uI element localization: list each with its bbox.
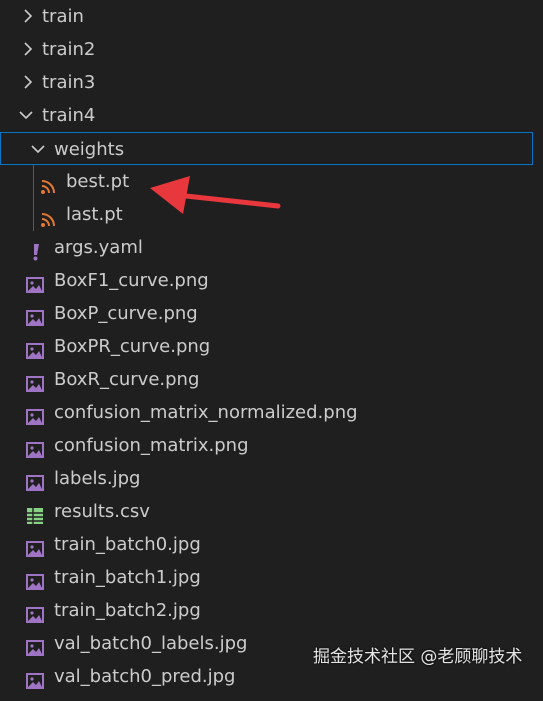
file-image[interactable]: labels.jpg	[0, 462, 543, 495]
chevron-right-icon	[20, 66, 36, 99]
indent-guide	[33, 198, 34, 231]
image-file-icon	[26, 272, 44, 293]
image-file-icon	[26, 437, 44, 458]
folder-train3[interactable]: train3	[0, 66, 543, 99]
chevron-down-icon	[30, 133, 46, 166]
folder-label: train3	[42, 72, 96, 93]
image-file-icon	[26, 404, 44, 425]
folder-label: weights	[54, 139, 125, 160]
file-label: BoxPR_curve.png	[54, 336, 211, 357]
file-label: confusion_matrix.png	[54, 435, 249, 456]
file-label: train_batch1.jpg	[54, 567, 201, 588]
chevron-right-icon	[20, 33, 36, 66]
file-args-yaml[interactable]: args.yaml	[0, 231, 543, 264]
file-label: results.csv	[54, 501, 150, 522]
file-image[interactable]: confusion_matrix.png	[0, 429, 543, 462]
file-explorer-tree: train train2 train3 train4 weights best.…	[0, 0, 543, 693]
file-label: BoxP_curve.png	[54, 303, 198, 324]
image-file-icon	[26, 668, 44, 689]
rss-icon	[40, 173, 58, 194]
image-file-icon	[26, 371, 44, 392]
file-label: labels.jpg	[54, 468, 141, 489]
folder-train[interactable]: train	[0, 0, 543, 33]
file-label: train_batch2.jpg	[54, 600, 201, 621]
file-best-pt[interactable]: best.pt	[0, 165, 543, 198]
file-label: train_batch0.jpg	[54, 534, 201, 555]
file-image[interactable]: train_batch0.jpg	[0, 528, 543, 561]
file-image[interactable]: BoxF1_curve.png	[0, 264, 543, 297]
file-image[interactable]: BoxR_curve.png	[0, 363, 543, 396]
image-file-icon	[26, 470, 44, 491]
file-label: BoxF1_curve.png	[54, 270, 209, 291]
image-file-icon	[26, 305, 44, 326]
exclamation-icon	[29, 239, 47, 261]
folder-weights[interactable]: weights	[0, 132, 533, 165]
file-label: BoxR_curve.png	[54, 369, 200, 390]
chevron-right-icon	[20, 0, 36, 33]
file-label: last.pt	[66, 204, 123, 225]
folder-train4[interactable]: train4	[0, 99, 543, 132]
indent-guide	[33, 165, 34, 198]
file-image[interactable]: confusion_matrix_normalized.png	[0, 396, 543, 429]
file-image[interactable]: BoxP_curve.png	[0, 297, 543, 330]
file-label: val_batch0_pred.jpg	[54, 666, 236, 687]
folder-train2[interactable]: train2	[0, 33, 543, 66]
folder-label: train2	[42, 39, 96, 60]
file-label: best.pt	[66, 171, 130, 192]
file-image[interactable]: train_batch1.jpg	[0, 561, 543, 594]
file-image[interactable]: train_batch2.jpg	[0, 594, 543, 627]
image-file-icon	[26, 338, 44, 359]
image-file-icon	[26, 569, 44, 590]
file-label: confusion_matrix_normalized.png	[54, 402, 358, 423]
folder-label: train	[42, 6, 84, 27]
image-file-icon	[26, 635, 44, 656]
file-results-csv[interactable]: results.csv	[0, 495, 543, 528]
image-file-icon	[26, 536, 44, 557]
file-image[interactable]: BoxPR_curve.png	[0, 330, 543, 363]
file-label: args.yaml	[54, 237, 143, 258]
image-file-icon	[26, 602, 44, 623]
folder-label: train4	[42, 105, 96, 126]
file-last-pt[interactable]: last.pt	[0, 198, 543, 231]
file-label: val_batch0_labels.jpg	[54, 633, 248, 654]
rss-icon	[40, 206, 58, 227]
chevron-down-icon	[18, 99, 34, 132]
watermark-text: 掘金技术社区 @老顾聊技术	[313, 647, 523, 667]
table-icon	[26, 503, 44, 524]
